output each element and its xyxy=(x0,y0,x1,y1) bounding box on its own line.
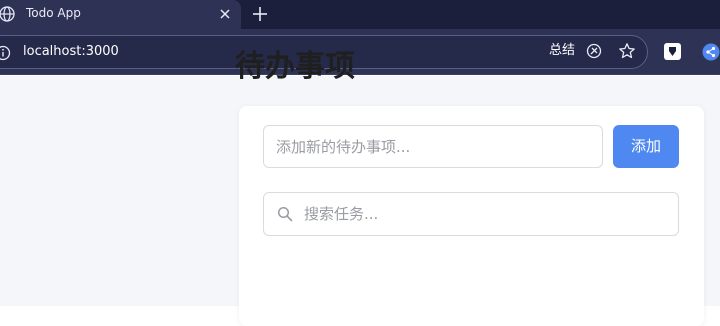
page-background xyxy=(0,76,720,326)
add-button[interactable]: 添加 xyxy=(613,125,679,168)
tab-title: Todo App xyxy=(26,6,81,20)
plus-icon[interactable] xyxy=(250,4,270,24)
tab-todo-app[interactable]: Todo App xyxy=(0,0,241,29)
extension-icon[interactable] xyxy=(664,43,681,60)
share-icon[interactable] xyxy=(702,43,720,61)
search-icon xyxy=(277,206,293,222)
globe-icon xyxy=(0,6,15,22)
close-icon[interactable] xyxy=(217,6,233,22)
tab-strip: Todo App xyxy=(0,0,720,29)
star-icon[interactable] xyxy=(618,42,636,60)
page-title: 待办事项 xyxy=(235,49,355,84)
search-input[interactable] xyxy=(304,193,674,235)
new-todo-input[interactable] xyxy=(263,125,603,168)
ai-sparkle-icon[interactable] xyxy=(586,43,602,59)
search-box[interactable] xyxy=(263,192,679,236)
summary-button[interactable]: 总结 xyxy=(549,42,575,60)
